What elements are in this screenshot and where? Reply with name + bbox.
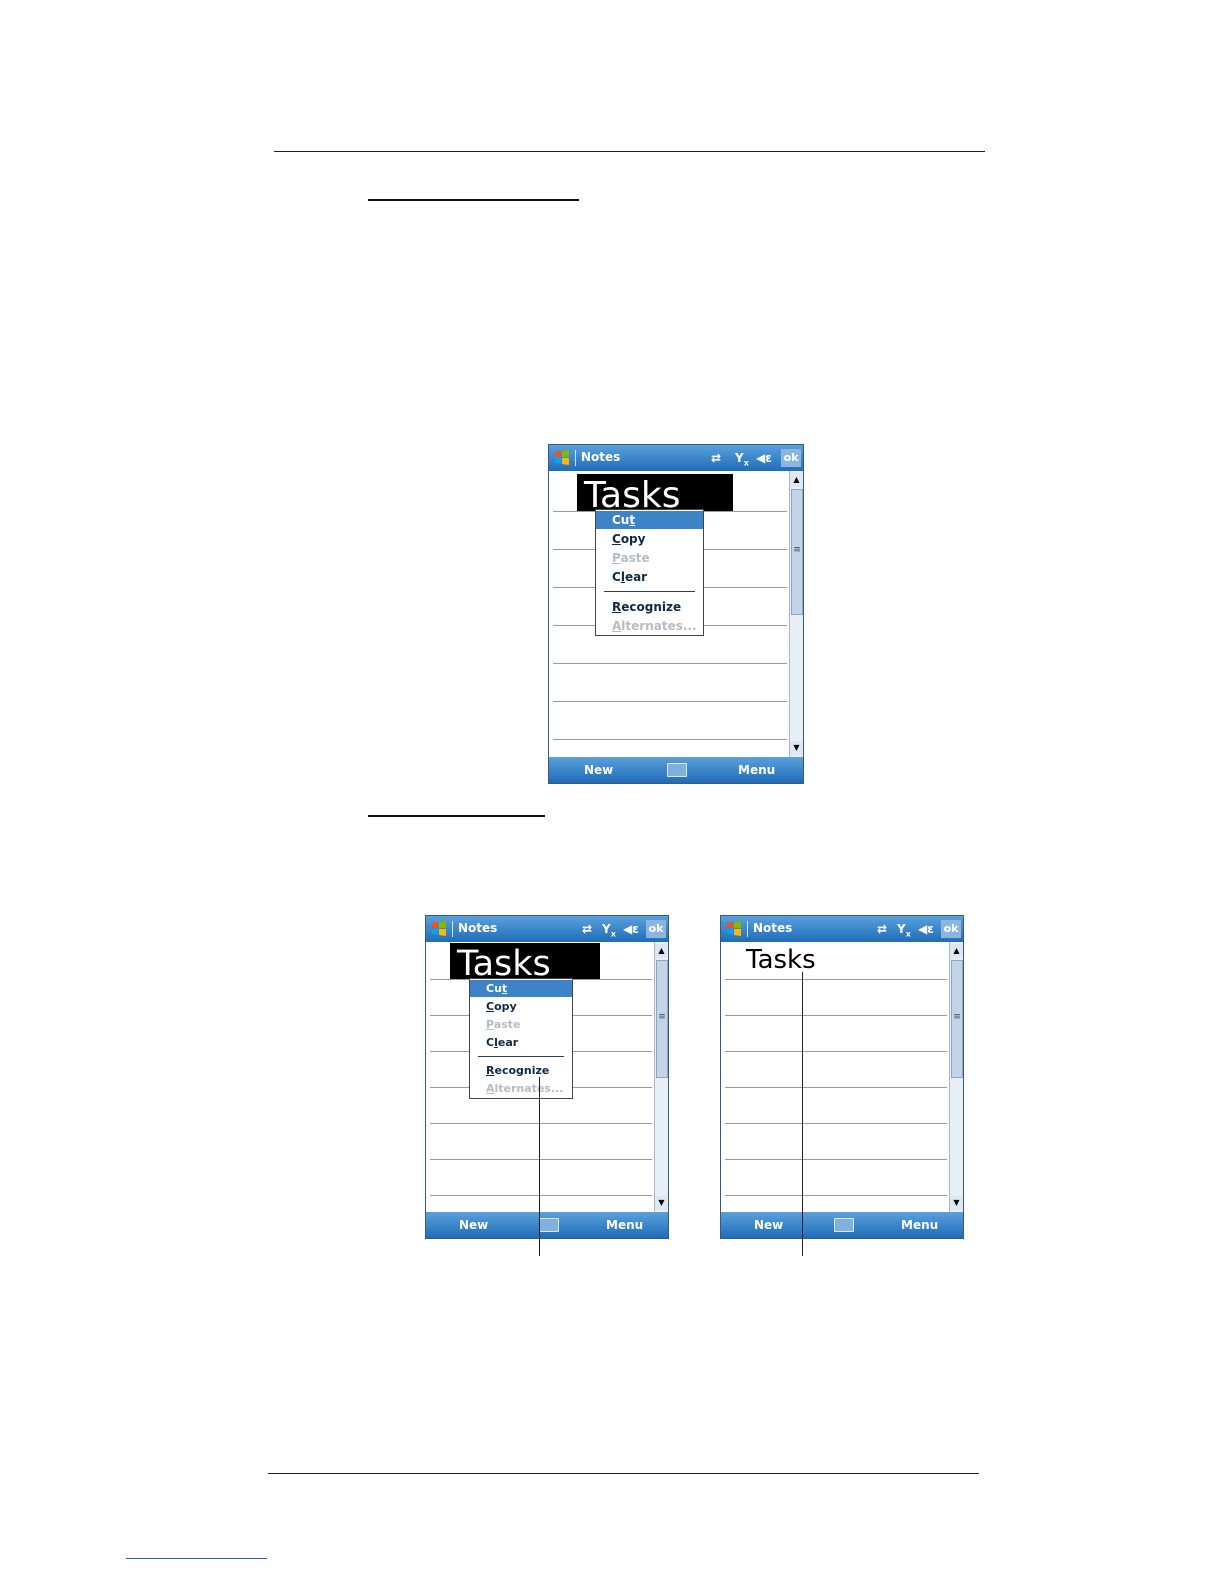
- keyboard-icon[interactable]: [834, 1218, 854, 1232]
- note-canvas[interactable]: Tasks: [721, 942, 949, 1212]
- title-separator: [575, 450, 576, 466]
- menu-item-paste[interactable]: Paste: [470, 1016, 572, 1033]
- speaker-icon[interactable]: ◀ε: [756, 449, 772, 467]
- menu-bar: New Menu: [426, 1212, 668, 1238]
- scroll-up-arrow[interactable]: ▲: [790, 473, 803, 487]
- note-line: [553, 739, 787, 740]
- menu-item-cut[interactable]: Cut: [596, 511, 703, 529]
- title-separator: [747, 921, 748, 937]
- menu-item-clear[interactable]: Clear: [596, 568, 703, 586]
- scroll-up-arrow[interactable]: ▲: [950, 944, 963, 958]
- footer-link-underline: [126, 1558, 267, 1559]
- windows-flag-icon[interactable]: [431, 920, 447, 937]
- title-bar: Notes ⇄ Yx ◀ε ok: [721, 916, 963, 942]
- title-bar: Notes ⇄ Yx ◀ε ok: [426, 916, 668, 942]
- menu-item-copy[interactable]: Copy: [470, 998, 572, 1015]
- windows-flag-icon[interactable]: [726, 920, 742, 937]
- note-line: [725, 1195, 947, 1196]
- footer-rule: [268, 1473, 979, 1474]
- menu-bar: New Menu: [549, 757, 803, 783]
- new-softkey[interactable]: New: [459, 1218, 488, 1232]
- ok-button[interactable]: ok: [646, 920, 666, 938]
- notes-screen-3: Notes ⇄ Yx ◀ε ok Tasks ▲ ≡ ▼ New Menu: [720, 915, 964, 1239]
- new-softkey[interactable]: New: [584, 763, 613, 777]
- note-line: [430, 1195, 652, 1196]
- heading-underline-1: [368, 199, 579, 201]
- windows-flag-icon[interactable]: [554, 449, 570, 466]
- keyboard-icon[interactable]: [539, 1218, 559, 1232]
- new-softkey[interactable]: New: [754, 1218, 783, 1232]
- note-line: [430, 1123, 652, 1124]
- heading-underline-2: [368, 815, 545, 817]
- menu-item-copy[interactable]: Copy: [596, 530, 703, 548]
- header-rule: [274, 151, 985, 152]
- menu-item-clear[interactable]: Clear: [470, 1034, 572, 1051]
- menu-item-recognize[interactable]: Recognize: [596, 598, 703, 616]
- note-line: [725, 1087, 947, 1088]
- handwriting-text: Tasks: [456, 944, 551, 979]
- sync-arrows-icon[interactable]: ⇄: [877, 920, 887, 938]
- title-separator: [452, 921, 453, 937]
- menu-item-recognize[interactable]: Recognize: [470, 1062, 572, 1079]
- sync-arrows-icon[interactable]: ⇄: [711, 449, 721, 467]
- scroll-thumb[interactable]: ≡: [951, 960, 963, 1078]
- scroll-up-arrow[interactable]: ▲: [655, 944, 668, 958]
- note-line: [725, 1015, 947, 1016]
- note-line: [725, 979, 947, 980]
- ok-button[interactable]: ok: [941, 920, 961, 938]
- context-menu: Cut Copy Paste Clear Recognize Alternate…: [595, 509, 704, 636]
- menu-softkey[interactable]: Menu: [901, 1218, 938, 1232]
- scroll-down-arrow[interactable]: ▼: [655, 1196, 668, 1210]
- note-line: [430, 1159, 652, 1160]
- scrollbar[interactable]: ▲ ≡ ▼: [949, 942, 963, 1212]
- keyboard-icon[interactable]: [667, 763, 687, 777]
- app-title: Notes: [581, 450, 621, 464]
- note-line: [725, 1123, 947, 1124]
- sync-arrows-icon[interactable]: ⇄: [582, 920, 592, 938]
- note-line: [553, 701, 787, 702]
- scrollbar[interactable]: ▲ ≡ ▼: [789, 471, 803, 757]
- callout-line-text: [802, 972, 803, 1256]
- speaker-icon[interactable]: ◀ε: [918, 920, 934, 938]
- scroll-down-arrow[interactable]: ▼: [950, 1196, 963, 1210]
- note-line: [725, 1159, 947, 1160]
- scroll-thumb[interactable]: ≡: [656, 960, 668, 1078]
- speaker-icon[interactable]: ◀ε: [623, 920, 639, 938]
- signal-off-icon[interactable]: Yx: [735, 449, 749, 467]
- handwriting-text: Tasks: [583, 475, 680, 511]
- menu-item-paste[interactable]: Paste: [596, 549, 703, 567]
- menu-item-alternates[interactable]: Alternates...: [596, 617, 703, 635]
- menu-softkey[interactable]: Menu: [606, 1218, 643, 1232]
- note-line: [725, 1051, 947, 1052]
- menu-bar: New Menu: [721, 1212, 963, 1238]
- recognized-text[interactable]: Tasks: [746, 945, 816, 975]
- signal-off-icon[interactable]: Yx: [897, 920, 911, 938]
- scrollbar[interactable]: ▲ ≡ ▼: [654, 942, 668, 1212]
- signal-off-icon[interactable]: Yx: [602, 920, 616, 938]
- menu-softkey[interactable]: Menu: [738, 763, 775, 777]
- selected-handwriting[interactable]: Tasks: [450, 943, 600, 979]
- menu-separator: [604, 591, 695, 592]
- scroll-thumb[interactable]: ≡: [791, 489, 803, 615]
- selected-handwriting[interactable]: Tasks: [577, 474, 733, 511]
- app-title: Notes: [753, 921, 793, 935]
- app-title: Notes: [458, 921, 498, 935]
- menu-separator: [478, 1056, 564, 1057]
- scroll-down-arrow[interactable]: ▼: [790, 741, 803, 755]
- menu-item-cut[interactable]: Cut: [470, 980, 572, 997]
- callout-line-recognize: [539, 1077, 540, 1256]
- menu-item-alternates[interactable]: Alternates...: [470, 1080, 572, 1097]
- note-line: [553, 663, 787, 664]
- ok-button[interactable]: ok: [781, 449, 801, 467]
- title-bar: Notes ⇄ Yx ◀ε ok: [549, 445, 803, 471]
- context-menu: Cut Copy Paste Clear Recognize Alternate…: [469, 978, 573, 1099]
